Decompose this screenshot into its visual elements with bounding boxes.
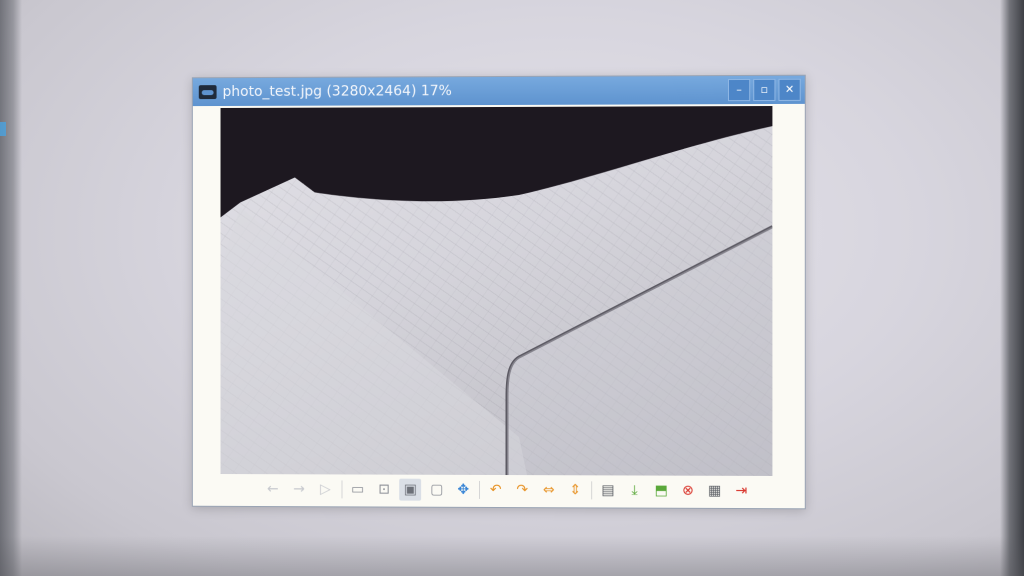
- toolbar-separator: [478, 480, 480, 499]
- viewer-toolbar: ← → ▷ ▭ ⊡ ▣ ▢ ✥ ↶ ↷ ⇔ ⇕ ▤ ⤓ ⬒ ⊗ ▦ ⇥: [262, 476, 752, 504]
- fullscreen-button[interactable]: ✥: [453, 479, 474, 501]
- photo-dark-shadow: [220, 106, 773, 218]
- window-controls: – ▫ ✕: [727, 78, 801, 102]
- rotate-left-icon: ↶: [489, 481, 502, 499]
- flip-vertical-icon: ⇕: [569, 482, 582, 499]
- save-file-button[interactable]: ⤓: [624, 479, 646, 501]
- rotate-right-icon: ↷: [516, 482, 529, 499]
- flip-vertical-button[interactable]: ⇕: [565, 479, 587, 501]
- app-icon[interactable]: [198, 85, 217, 100]
- rotate-left-button[interactable]: ↶: [485, 479, 506, 501]
- photo-shapes: [220, 106, 773, 476]
- title-bar[interactable]: photo_test.jpg (3280x2464) 17% – ▫ ✕: [192, 75, 805, 107]
- screen-edge-bottom: [0, 536, 1024, 576]
- desktop-icon-fragment[interactable]: [0, 122, 6, 136]
- minimize-button[interactable]: –: [727, 78, 751, 102]
- photo-light-ledge: [220, 206, 528, 476]
- actual-size-icon: ▣: [403, 481, 417, 498]
- flip-horizontal-button[interactable]: ⇔: [538, 479, 560, 501]
- quit-button[interactable]: ⇥: [730, 480, 752, 502]
- next-image-button[interactable]: →: [288, 478, 309, 500]
- open-file-icon: ▤: [601, 482, 615, 499]
- save-as-icon: ⬒: [654, 482, 668, 499]
- screen-edge-left: [0, 0, 22, 576]
- flip-horizontal-icon: ⇔: [542, 482, 555, 499]
- image-viewer-window: photo_test.jpg (3280x2464) 17% – ▫ ✕ ← → ▷…: [191, 74, 806, 510]
- maximize-button[interactable]: ▫: [753, 78, 776, 102]
- save-as-button[interactable]: ⬒: [650, 480, 672, 502]
- rotate-right-button[interactable]: ↷: [511, 479, 533, 501]
- close-button[interactable]: ✕: [778, 78, 801, 101]
- photo-lower-plane: [507, 226, 773, 476]
- screen-edge-right: [1000, 0, 1024, 576]
- save-file-icon: ⤓: [631, 482, 638, 499]
- zoom-out-icon: ▭: [351, 481, 365, 498]
- toolbar-separator: [340, 480, 342, 499]
- zoom-in-icon: ▢: [430, 481, 444, 498]
- delete-file-button[interactable]: ⊗: [677, 480, 699, 502]
- toolbar-separator: [591, 481, 593, 500]
- quit-icon: ⇥: [735, 482, 748, 499]
- fullscreen-icon: ✥: [457, 481, 470, 498]
- preferences-button[interactable]: ▦: [704, 480, 726, 502]
- fit-window-button[interactable]: ⊡: [373, 479, 394, 501]
- actual-size-button[interactable]: ▣: [399, 478, 422, 501]
- slideshow-icon: ▷: [319, 481, 331, 498]
- window-title: photo_test.jpg (3280x2464) 17%: [222, 83, 452, 101]
- zoom-in-button[interactable]: ▢: [426, 479, 447, 501]
- previous-image-icon: ←: [266, 481, 279, 498]
- fit-window-icon: ⊡: [378, 481, 390, 498]
- next-image-icon: →: [293, 481, 305, 498]
- slideshow-button[interactable]: ▷: [315, 478, 336, 500]
- zoom-out-button[interactable]: ▭: [347, 478, 368, 500]
- preferences-icon: ▦: [707, 482, 722, 499]
- delete-file-icon: ⊗: [681, 482, 694, 499]
- image-canvas[interactable]: [220, 106, 773, 476]
- previous-image-button[interactable]: ←: [262, 478, 283, 500]
- open-file-button[interactable]: ▤: [597, 479, 619, 501]
